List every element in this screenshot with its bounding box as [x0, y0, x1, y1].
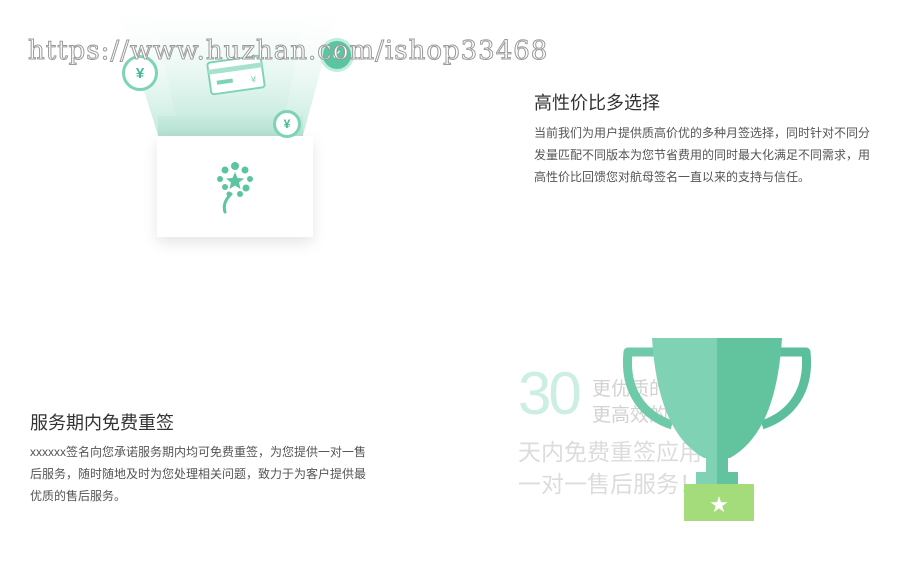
gift-box: [157, 136, 313, 237]
sparkle-flower-icon: [217, 161, 253, 213]
days-number: 30: [518, 360, 582, 427]
trophy-illustration: 30 更优质的 更高效的 天内免费重签应用 一对一售后服务！ ★: [515, 330, 815, 530]
section-title-value: 高性价比多选择: [534, 93, 660, 113]
section-description-service: xxxxxx签名向您承诺服务期内均可免费重签，为您提供一对一售后服务，随时随地及…: [30, 445, 367, 503]
trophy-icon: ★: [622, 338, 812, 521]
star-icon: ★: [709, 493, 729, 518]
section-title-service: 服务期内免费重签: [30, 413, 174, 433]
watermark-text: https://www.huzhan.com/ishop33468: [27, 36, 549, 67]
section-description-value: 当前我们为用户提供质高价优的多种月签选择，同时针对不同分发量匹配不同版本为您节省…: [534, 126, 871, 184]
yen-coin-icon: ¥: [273, 110, 301, 138]
